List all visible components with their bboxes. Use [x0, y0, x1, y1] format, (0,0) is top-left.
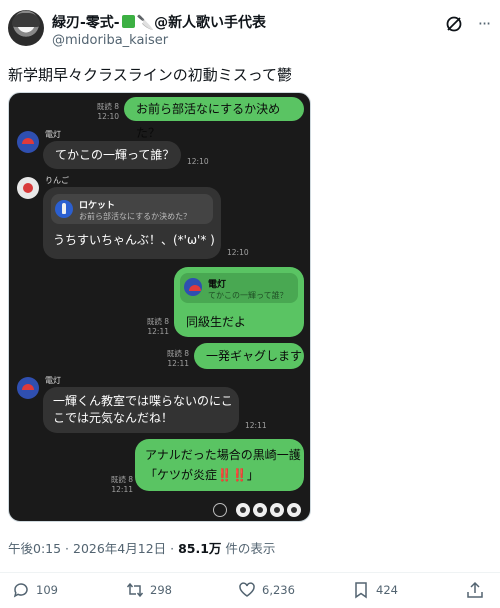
bubble-line: 「ケツが炎症‼️‼️」: [145, 468, 259, 482]
time-meta: 12:11: [245, 421, 267, 430]
read-meta: 既読 8 12:11: [110, 475, 133, 494]
repost-icon: [126, 582, 144, 598]
user-handle[interactable]: @midoriba_kaiser: [52, 33, 168, 48]
tweet-text: 新学期早々クラスラインの初動ミスって鬱: [8, 66, 292, 84]
reaction-row: [213, 499, 301, 517]
repost-button[interactable]: 298: [126, 581, 172, 599]
green-square-icon: [121, 15, 135, 28]
chat-bubble: 電灯 てかこの一輝って誰？ 同級生だよ: [174, 267, 304, 337]
read-meta: 既読 8 12:11: [146, 317, 169, 336]
quote-body: てかこの一輝って誰？: [208, 291, 288, 300]
knife-icon: 🔪: [136, 15, 155, 31]
bubble-line: 一輝くん教室では喋らないのにこ: [53, 394, 233, 408]
chat-avatar-dento: [17, 377, 39, 399]
chat-bubble: ロケット お前ら部活なにするか決めた？ うちすいちゃんぶ！、(*'ω'* ): [43, 187, 221, 259]
display-name-suffix: @新人歌い手代表: [154, 15, 267, 31]
chat-bubble: 一輝くん教室では喋らないのにこ こでは元気なんだね！: [43, 387, 239, 433]
avatar[interactable]: [8, 10, 44, 46]
bubble-line: アナルだった場合の黒崎一護: [145, 448, 301, 462]
time-meta: 12:10: [187, 157, 209, 166]
rocket-avatar-icon: [55, 200, 73, 218]
reaction-icon[interactable]: [253, 502, 267, 517]
reply-count: 109: [36, 583, 58, 597]
sender-name: 電灯: [45, 130, 61, 139]
reply-quote: 電灯 てかこの一輝って誰？: [180, 273, 298, 303]
action-bar: 109 298 6,236 424: [0, 572, 500, 602]
heart-icon: [239, 582, 255, 597]
reaction-icon[interactable]: [287, 502, 301, 517]
reply-quote: ロケット お前ら部活なにするか決めた？: [51, 194, 213, 224]
bubble-text: 同級生だよ: [186, 315, 247, 329]
bubble-text: うちすいちゃんぶ！、(*'ω'* ): [53, 233, 215, 247]
repost-count: 298: [150, 583, 172, 597]
quote-title: ロケット: [79, 201, 116, 211]
bookmark-button[interactable]: 424: [352, 581, 398, 599]
chat-bubble: アナルだった場合の黒崎一護 「ケツが炎症‼️‼️」: [135, 439, 304, 491]
bookmark-count: 424: [376, 583, 398, 597]
timestamp[interactable]: 午後0:15 · 2026年4月12日 ·: [8, 541, 178, 556]
lamp-avatar-icon: [184, 278, 202, 296]
share-icon: [467, 581, 483, 598]
view-label: 件の表示: [221, 541, 276, 556]
chat-avatar-ringo: [17, 177, 39, 199]
tweet-timestamp-views: 午後0:15 · 2026年4月12日 · 85.1万 件の表示: [8, 538, 275, 557]
read-meta: 既読 8 12:10: [96, 102, 119, 121]
display-name-prefix: 緑刃-零式-: [52, 15, 120, 31]
quote-title: 電灯: [208, 280, 227, 290]
read-meta: 既読 8 12:11: [166, 349, 189, 368]
tweet-header: 緑刃-零式- 🔪@新人歌い手代表 @midoriba_kaiser ···: [0, 0, 500, 56]
like-button[interactable]: 6,236: [238, 581, 295, 599]
reaction-icon[interactable]: [270, 502, 284, 517]
view-count: 85.1万: [178, 541, 222, 556]
add-reaction-icon[interactable]: [213, 502, 227, 517]
like-count: 6,236: [262, 583, 295, 597]
share-button[interactable]: [466, 581, 484, 599]
more-options-icon[interactable]: ···: [474, 14, 494, 34]
chat-avatar-dento: [17, 131, 39, 153]
bookmark-icon: [355, 582, 367, 599]
chat-bubble: 一発ギャグします: [194, 343, 304, 369]
tweet-media-image[interactable]: 既読 8 12:10 お前ら部活なにするか決めた？ 電灯 てかこの一輝って誰？ 1…: [8, 92, 311, 522]
quote-body: お前ら部活なにするか決めた？: [79, 212, 192, 221]
reaction-icon[interactable]: [236, 502, 250, 517]
sender-name: りんご: [45, 176, 69, 185]
time-meta: 12:10: [227, 248, 249, 257]
grok-icon[interactable]: [444, 14, 464, 34]
display-name[interactable]: 緑刃-零式- 🔪@新人歌い手代表: [52, 12, 266, 32]
bubble-line: こでは元気なんだね！: [53, 411, 174, 425]
chat-bubble: お前ら部活なにするか決めた？: [124, 97, 304, 140]
reply-button[interactable]: 109: [12, 581, 58, 599]
sender-name: 電灯: [45, 376, 61, 385]
chat-bubble: てかこの一輝って誰？: [43, 141, 181, 169]
reply-icon: [13, 583, 28, 598]
